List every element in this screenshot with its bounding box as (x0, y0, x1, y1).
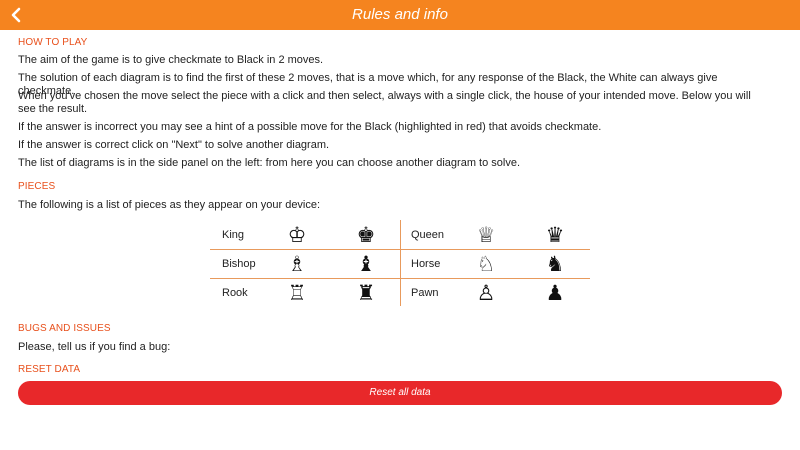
white-rook-icon: ♖ (287, 281, 307, 305)
bugs-heading: BUGS AND ISSUES (18, 323, 111, 334)
rule-paragraph: When you've chosen the move select the p… (18, 90, 751, 115)
black-king-icon: ♚ (356, 223, 376, 247)
piece-name-horse: Horse (411, 258, 441, 270)
black-bishop-icon: ♝ (356, 252, 376, 276)
pieces-table: King ♔ ♚ Queen ♕ ♛ Bishop ♗ ♝ Horse ♘ ♞ … (210, 220, 590, 308)
how-to-play-heading: HOW TO PLAY (18, 37, 88, 48)
reset-button-label: Reset all data (369, 387, 431, 398)
piece-name-rook: Rook (222, 287, 248, 299)
piece-name-king: King (222, 229, 245, 241)
black-queen-icon: ♛ (545, 223, 565, 247)
black-rook-icon: ♜ (356, 281, 376, 305)
rule-paragraph: If the answer is incorrect you may see a… (18, 121, 602, 133)
white-king-icon: ♔ (287, 223, 307, 247)
white-pawn-icon: ♙ (476, 281, 496, 305)
piece-name-queen: Queen (411, 229, 445, 241)
reset-all-data-button[interactable]: Reset all data (18, 381, 782, 405)
rule-paragraph: The aim of the game is to give checkmate… (18, 54, 324, 66)
piece-name-bishop: Bishop (222, 258, 256, 270)
table-row: King ♔ ♚ Queen ♕ ♛ (210, 221, 590, 250)
table-row: Bishop ♗ ♝ Horse ♘ ♞ (210, 250, 590, 279)
rule-paragraph: The list of diagrams is in the side pane… (18, 157, 520, 169)
black-knight-icon: ♞ (545, 252, 565, 276)
white-queen-icon: ♕ (476, 223, 496, 247)
white-bishop-icon: ♗ (287, 252, 307, 276)
pieces-heading: PIECES (18, 181, 56, 192)
header-bar: Rules and info (0, 0, 800, 30)
piece-name-pawn: Pawn (411, 287, 439, 299)
table-row: Rook ♖ ♜ Pawn ♙ ♟ (210, 279, 590, 308)
page-title: Rules and info (352, 6, 448, 23)
black-pawn-icon: ♟ (545, 281, 565, 305)
reset-heading: RESET DATA (18, 364, 81, 375)
white-knight-icon: ♘ (476, 252, 496, 276)
rule-paragraph: If the answer is correct click on "Next"… (18, 139, 330, 151)
pieces-intro: The following is a list of pieces as the… (18, 199, 321, 211)
bugs-text: Please, tell us if you find a bug: (18, 341, 171, 353)
